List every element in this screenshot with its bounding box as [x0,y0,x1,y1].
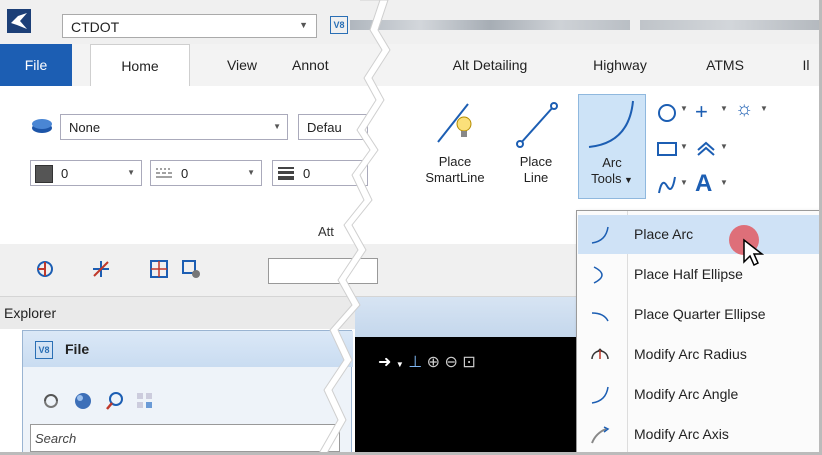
sun-tool-icon[interactable]: ☼ [735,98,757,120]
menu-item-modify-arc-angle[interactable]: Modify Arc Angle [578,375,821,414]
menu-item-modify-arc-axis[interactable]: Modify Arc Axis [578,415,821,454]
accudraw-icon[interactable] [148,258,170,280]
bspline-tool-icon[interactable] [656,174,678,196]
place-smartline-button[interactable]: Place SmartLine [420,94,490,204]
workspace-combo[interactable]: CTDOT ▼ [62,14,317,38]
chevron-down-icon: ▼ [299,20,308,30]
chevron-down-icon: ▼ [395,360,404,369]
text-tool-icon[interactable]: A [695,170,717,197]
zoom-out-view-icon[interactable]: ⊖ [444,354,457,371]
tab-file[interactable]: File [0,44,72,86]
search-input[interactable]: Search [30,424,340,452]
chevron-down-icon[interactable]: ▼ [760,104,782,126]
explorer-title: Explorer [4,305,57,321]
arc-icon [579,95,645,155]
menu-item-place-half-ellipse[interactable]: Place Half Ellipse [578,255,821,294]
sphere-icon[interactable] [72,390,94,412]
v8-icon: V8 [330,16,348,34]
menu-item-label: Modify Arc Angle [634,386,739,402]
tab-view[interactable]: View [212,44,272,86]
rectangle-tool-icon[interactable] [656,138,678,160]
color-swatch-icon [35,165,53,183]
snap-icon[interactable] [90,258,112,280]
chevron-down-icon[interactable]: ▼ [720,178,742,200]
menu-item-place-arc[interactable]: Place Arc [578,215,821,254]
grid-icon[interactable] [134,390,156,412]
element-style-value: Defau [307,120,342,135]
place-line-label: Place Line [519,154,553,185]
ribbon-tabs: File Home View Annot Alt Detailing Highw… [0,44,822,87]
chevron-down-icon: ▼ [273,122,281,131]
menu-item-label: Modify Arc Radius [634,346,747,362]
chevron-down-icon: ▼ [127,168,135,177]
blurred-title-text [350,20,630,30]
tab-annotate[interactable]: Annot [292,44,350,86]
refresh-icon[interactable] [40,390,62,412]
color-combo[interactable]: 0 ▼ [30,160,142,186]
arc-tools-button[interactable]: Arc Tools ▼ [578,94,646,199]
multiline-tool-icon[interactable] [695,138,717,160]
element-style-combo[interactable]: Defau [298,114,368,140]
place-smartline-label: Place SmartLine [425,154,485,185]
settings-icon[interactable] [180,258,202,280]
line-weight-value: 0 [303,166,311,181]
line-weight-icon [277,166,295,180]
arc-angle-icon [588,383,612,407]
rotate-view-icon[interactable] [34,258,56,280]
arc-axis-icon [588,423,612,447]
file-panel-header[interactable]: V8 File [23,331,353,367]
point-tool-icon[interactable]: + [695,99,717,124]
blurred-title-text-2 [640,20,820,30]
tab-more[interactable]: Il [790,44,822,86]
line-icon [508,94,564,154]
toolbar-input[interactable] [268,258,378,284]
color-value: 0 [61,166,69,181]
fit-view-icon[interactable]: ⊥ [408,354,422,371]
attributes-group-label: Att [318,224,334,239]
menu-item-label: Place Half Ellipse [634,266,743,282]
line-weight-combo[interactable]: 0 [272,160,368,186]
arc-tools-label-2: Tools [591,171,622,186]
tab-home[interactable]: Home [90,44,190,87]
tab-atms[interactable]: ATMS [690,44,760,86]
undo-view-icon[interactable]: ➜ [378,354,391,371]
menu-item-label: Place Quarter Ellipse [634,306,766,322]
level-icon [30,116,54,136]
zoom-in-icon[interactable] [104,390,126,412]
tab-alt-detailing[interactable]: Alt Detailing [430,44,550,86]
line-style-value: 0 [181,166,189,181]
menu-item-modify-arc-radius[interactable]: Modify Arc Radius [578,335,821,374]
half-ellipse-icon [588,263,612,287]
mouse-cursor-icon [742,238,765,268]
window-area-icon[interactable]: ⊡ [462,354,475,371]
menu-item-label: Place Arc [634,226,694,242]
menu-item-place-quarter-ellipse[interactable]: Place Quarter Ellipse [578,295,821,334]
arc-tools-label: Arc [602,155,622,170]
line-style-combo[interactable]: 0 ▼ [150,160,262,186]
view-tool-icons[interactable]: ➜ ▼ ⊥ ⊕ ⊖ ⊡ [378,352,476,372]
smartline-icon [420,94,490,154]
zoom-in-view-icon[interactable]: ⊕ [427,354,440,371]
v8-file-icon: V8 [35,341,53,359]
search-placeholder: Search [35,431,77,446]
tab-highway[interactable]: Highway [580,44,660,86]
chevron-down-icon: ▼ [621,175,633,185]
quarter-ellipse-icon [588,303,612,327]
app-logo-icon[interactable] [6,8,32,34]
workspace-value: CTDOT [71,19,120,35]
arc-tools-menu: Place Arc Place Half Ellipse Place Quart… [576,210,822,455]
line-style-icon [155,166,173,180]
chevron-down-icon[interactable]: ▼ [720,142,742,164]
chevron-down-icon: ▼ [247,168,255,177]
place-line-button[interactable]: Place Line [508,94,564,204]
arc-radius-icon [588,343,612,367]
circle-tool-icon[interactable] [656,102,678,124]
level-value: None [69,120,101,135]
file-label: File [65,341,90,357]
level-combo[interactable]: None ▼ [60,114,288,140]
menu-item-label: Modify Arc Axis [634,426,729,442]
arc-icon [588,223,612,247]
